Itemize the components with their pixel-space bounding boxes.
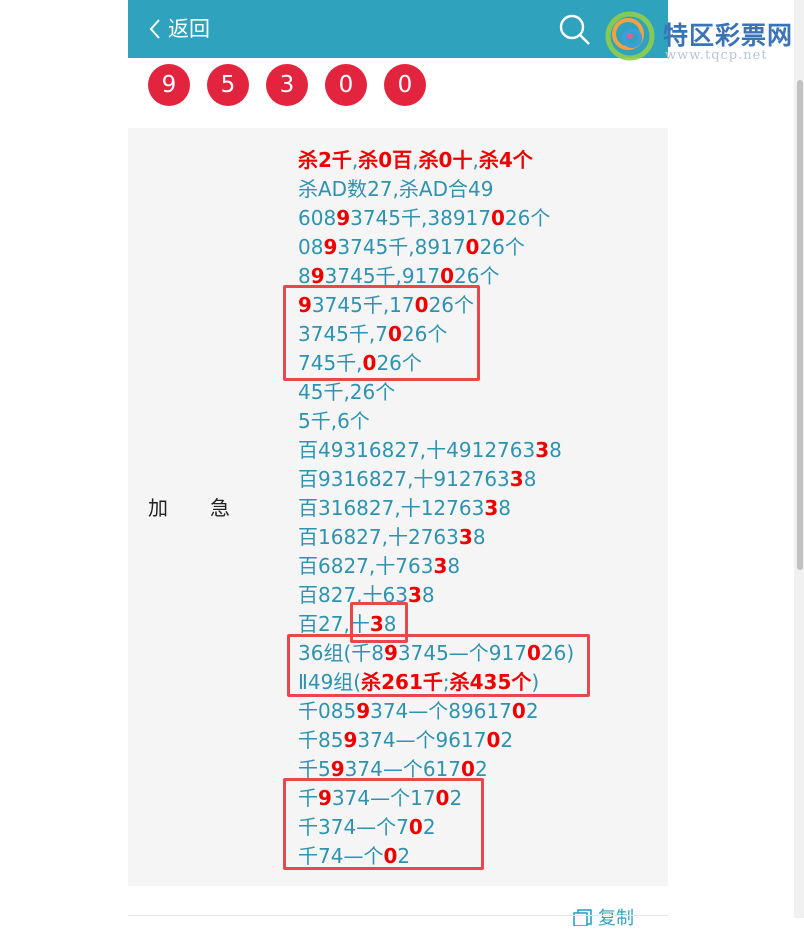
line-text: 26个 [479,235,525,259]
divider [128,915,668,916]
prediction-line: 0893745千,8917026个 [298,233,574,262]
line-text: 2 [525,699,539,723]
highlight-text: 0 [511,699,526,723]
top-navigation-bar: 返回 [128,0,668,58]
prediction-line: 千0859374—个8961702 [298,697,574,726]
prediction-line: 百827,十6338 [298,581,574,610]
line-text: 百6827,十763 [298,554,434,578]
line-text: 608 [298,206,337,230]
line-text: 百316827,十12763 [298,496,485,520]
prediction-line: 百316827,十1276338 [298,494,574,523]
highlight-text: 0 [491,206,505,230]
chevron-left-icon [149,19,160,39]
highlight-text: 3 [484,496,499,520]
line-text: 8 [421,583,435,607]
highlight-text: 3 [433,554,448,578]
line-text: 26个 [504,206,551,230]
prediction-line: 百16827,十276338 [298,523,574,552]
highlight-text: 3 [458,525,473,549]
line-text: 5千,6个 [298,409,370,433]
search-icon [559,14,590,45]
highlight-text: 杀0十 [418,148,473,172]
highlight-text: 杀0百 [358,148,413,172]
prediction-line: 5千,6个 [298,407,574,436]
back-button[interactable]: 返回 [148,14,210,44]
section-label-char: 加 [148,496,168,520]
line-text: 8 [523,467,537,491]
line-text: 8 [498,496,511,520]
highlight-text: 9 [323,235,338,259]
line-text: 8 [472,525,486,549]
line-text: 8 [549,438,562,462]
number-ball: 9 [148,64,190,106]
highlight-box [287,634,590,697]
highlight-text: 9 [336,206,351,230]
line-text: 374—个89617 [370,699,512,723]
line-text: 千085 [298,699,357,723]
copy-button[interactable]: 复制 [572,904,634,930]
highlight-box [283,778,484,870]
line-text: 2 [500,728,514,752]
line-text: 8 [447,554,461,578]
number-ball: 3 [266,64,308,106]
line-text: 百16827,十2763 [298,525,459,549]
line-text: 杀AD数27,杀AD合49 [298,177,494,201]
prediction-lines: 杀2千,杀0百,杀0十,杀4个 杀AD数27,杀AD合49 60893745千,38… [298,146,574,871]
prediction-line: 千859374—个961702 [298,726,574,755]
prediction-line: 杀AD数27,杀AD合49 [298,175,574,204]
line-text: 百9316827,十912763 [298,467,510,491]
highlight-text: 0 [465,235,480,259]
prediction-line: 杀2千,杀0百,杀0十,杀4个 [298,146,574,175]
prediction-line: 60893745千,38917026个 [298,204,574,233]
logo-name: 特区彩票网 [663,21,794,50]
line-text: 3745千,38917 [350,206,491,230]
highlight-text: 0 [486,728,501,752]
back-label: 返回 [168,17,210,41]
number-ball: 0 [384,64,426,106]
prediction-line: 百6827,十76338 [298,552,574,581]
highlight-text: 杀4个 [478,148,533,172]
prediction-line: 百49316827,十491276338 [298,436,574,465]
copy-icon [573,909,592,926]
highlight-text: 3 [407,583,422,607]
line-text: 3745千,8917 [337,235,466,259]
highlight-text: 3 [535,438,550,462]
line-text: 374—个9617 [357,728,487,752]
site-logo: 特区彩票网 www.tqcp.net [600,4,800,66]
section-label: 加急 [148,492,230,521]
prediction-line: 百9316827,十91276338 [298,465,574,494]
prediction-line: 45千,26个 [298,378,574,407]
draw-number-balls: 9 5 3 0 0 [148,64,443,106]
highlight-text: 杀2千 [298,148,352,172]
number-ball: 0 [325,64,367,106]
search-button[interactable] [558,13,592,51]
line-text: 45千,26个 [298,380,396,404]
highlight-text: 9 [343,728,358,752]
logo-url: www.tqcp.net [665,48,768,63]
line-text: 千85 [298,728,344,752]
section-label-char: 急 [210,496,230,520]
highlight-text: 9 [356,699,371,723]
copy-label: 复制 [598,908,634,929]
logo-swirl-icon [605,11,655,61]
highlight-box [283,285,480,381]
number-ball: 5 [207,64,249,106]
line-text: 08 [298,235,324,259]
scrollbar-thumb[interactable] [797,80,803,570]
highlight-text: 3 [509,467,524,491]
line-text: 百49316827,十4912763 [298,438,536,462]
